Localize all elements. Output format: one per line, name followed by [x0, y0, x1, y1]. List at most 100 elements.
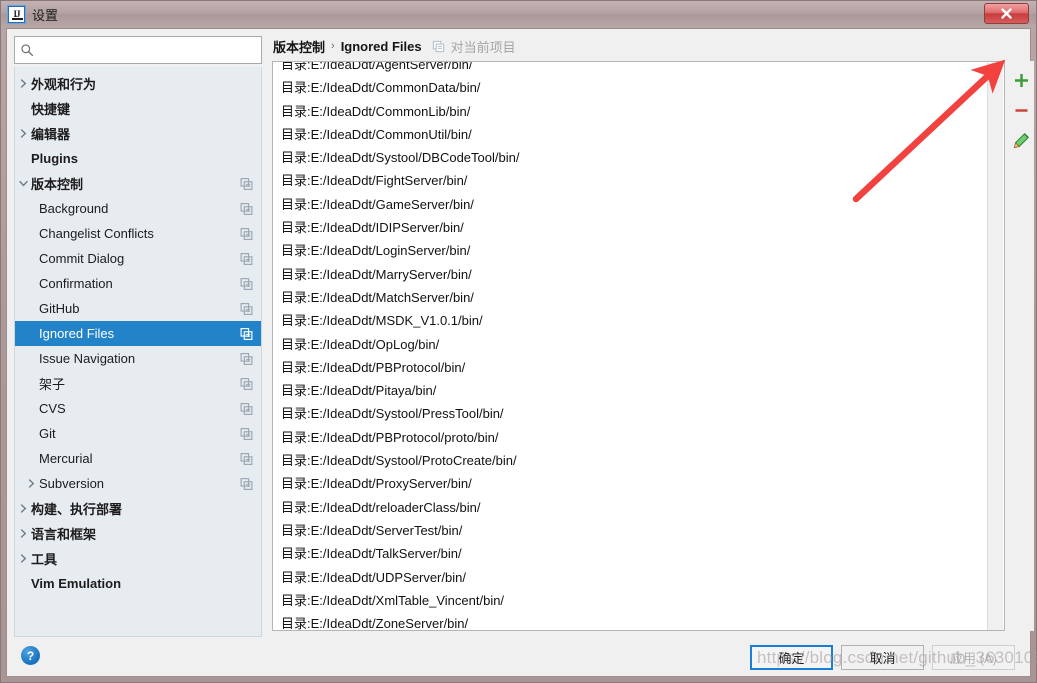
- window-title: 设置: [32, 7, 59, 23]
- chevron-right-icon[interactable]: [15, 129, 31, 138]
- list-item[interactable]: 目录:E:/IdeaDdt/Systool/ProtoCreate/bin/: [273, 449, 988, 472]
- sidebar-item-background[interactable]: Background: [15, 196, 261, 221]
- list-item[interactable]: 目录:E:/IdeaDdt/reloaderClass/bin/: [273, 496, 988, 519]
- sidebar-item-label: Plugins: [31, 151, 78, 166]
- ignored-files-list-inner: 目录:E:/IdeaDdt/AgentServer/bin/目录:E:/Idea…: [273, 62, 988, 630]
- help-button[interactable]: ?: [21, 646, 40, 665]
- list-item[interactable]: 目录:E:/IdeaDdt/ProxyServer/bin/: [273, 472, 988, 495]
- list-scrollbar[interactable]: [987, 63, 1003, 630]
- breadcrumb-leaf: Ignored Files: [340, 38, 422, 54]
- copy-icon: [240, 302, 253, 315]
- list-item[interactable]: 目录:E:/IdeaDdt/Systool/PressTool/bin/: [273, 402, 988, 425]
- sidebar-item-git[interactable]: Git: [15, 421, 261, 446]
- settings-nav-panel: 外观和行为快捷键编辑器 Plugins 版本控制 Background Changeli…: [10, 32, 265, 637]
- sidebar-item-[interactable]: 版本控制: [15, 171, 261, 196]
- breadcrumb-separator: ›: [331, 40, 335, 52]
- list-item[interactable]: 目录:E:/IdeaDdt/CommonUtil/bin/: [273, 123, 988, 146]
- copy-icon: [240, 327, 253, 340]
- list-item[interactable]: 目录:E:/IdeaDdt/XmlTable_Vincent/bin/: [273, 589, 988, 612]
- sidebar-item-label: Background: [39, 201, 109, 216]
- cancel-button[interactable]: 取消: [841, 645, 924, 670]
- copy-icon: [240, 352, 253, 365]
- sidebar-item-[interactable]: 构建、执行部署: [15, 496, 261, 521]
- sidebar-item-label: 架子: [39, 377, 66, 392]
- sidebar-item-label: 工具: [31, 552, 58, 567]
- sidebar-item-ignored-files[interactable]: Ignored Files: [15, 321, 261, 346]
- sidebar-item-plugins[interactable]: Plugins: [15, 146, 261, 171]
- sidebar-item-changelist-conflicts[interactable]: Changelist Conflicts: [15, 221, 261, 246]
- sidebar-item-confirmation[interactable]: Confirmation: [15, 271, 261, 296]
- breadcrumb-project-scope: 对当前项目: [450, 39, 516, 55]
- sidebar-item-label: CVS: [39, 401, 66, 416]
- list-item[interactable]: 目录:E:/IdeaDdt/AgentServer/bin/: [273, 62, 988, 76]
- copy-icon: [240, 227, 253, 240]
- sidebar-item-cvs[interactable]: CVS: [15, 396, 261, 421]
- copy-icon: [240, 477, 253, 490]
- list-item[interactable]: 目录:E:/IdeaDdt/Systool/DBCodeTool/bin/: [273, 146, 988, 169]
- sidebar-item-label: Ignored Files: [39, 326, 115, 341]
- dialog-button-row: 确定 取消 应用 (A): [750, 645, 1015, 670]
- copy-icon: [240, 427, 253, 440]
- sidebar-item-label: 语言和框架: [31, 527, 97, 542]
- sidebar-item-label: Mercurial: [39, 451, 93, 466]
- ok-button[interactable]: 确定: [750, 645, 833, 670]
- sidebar-item-[interactable]: 工具: [15, 546, 261, 571]
- add-button[interactable]: [1011, 69, 1033, 91]
- sidebar-item-[interactable]: 编辑器: [15, 121, 261, 146]
- list-item[interactable]: 目录:E:/IdeaDdt/GameServer/bin/: [273, 193, 988, 216]
- list-item[interactable]: 目录:E:/IdeaDdt/CommonLib/bin/: [273, 100, 988, 123]
- list-item[interactable]: 目录:E:/IdeaDdt/LoginServer/bin/: [273, 239, 988, 262]
- settings-tree[interactable]: 外观和行为快捷键编辑器 Plugins 版本控制 Background Changeli…: [14, 67, 262, 637]
- copy-icon: [240, 277, 253, 290]
- sidebar-item-[interactable]: 语言和框架: [15, 521, 261, 546]
- pencil-icon: [1013, 132, 1029, 148]
- chevron-right-icon[interactable]: [15, 79, 31, 88]
- list-item[interactable]: 目录:E:/IdeaDdt/ZoneServer/bin/: [273, 612, 988, 630]
- list-item[interactable]: 目录:E:/IdeaDdt/PBProtocol/bin/: [273, 356, 988, 379]
- chevron-down-icon[interactable]: [15, 179, 31, 188]
- sidebar-item-[interactable]: 外观和行为: [15, 71, 261, 96]
- sidebar-item-commit-dialog[interactable]: Commit Dialog: [15, 246, 261, 271]
- list-item[interactable]: 目录:E:/IdeaDdt/MSDK_V1.0.1/bin/: [273, 309, 988, 332]
- chevron-right-icon[interactable]: [15, 504, 31, 513]
- sidebar-item-github[interactable]: GitHub: [15, 296, 261, 321]
- list-item[interactable]: 目录:E:/IdeaDdt/IDIPServer/bin/: [273, 216, 988, 239]
- sidebar-item-mercurial[interactable]: Mercurial: [15, 446, 261, 471]
- apply-button: 应用 (A): [932, 645, 1015, 670]
- list-item[interactable]: 目录:E:/IdeaDdt/PBProtocol/proto/bin/: [273, 426, 988, 449]
- search-box[interactable]: [14, 36, 262, 64]
- edit-button[interactable]: [1011, 129, 1033, 151]
- list-item[interactable]: 目录:E:/IdeaDdt/MatchServer/bin/: [273, 286, 988, 309]
- ignored-files-list[interactable]: 目录:E:/IdeaDdt/AgentServer/bin/目录:E:/Idea…: [272, 61, 1005, 631]
- list-item[interactable]: 目录:E:/IdeaDdt/MarryServer/bin/: [273, 263, 988, 286]
- search-input[interactable]: [38, 40, 256, 60]
- list-item[interactable]: 目录:E:/IdeaDdt/TalkServer/bin/: [273, 542, 988, 565]
- sidebar-item-label: 快捷键: [31, 102, 71, 117]
- list-item[interactable]: 目录:E:/IdeaDdt/ServerTest/bin/: [273, 519, 988, 542]
- sidebar-item-[interactable]: 架子: [15, 371, 261, 396]
- list-item[interactable]: 目录:E:/IdeaDdt/FightServer/bin/: [273, 169, 988, 192]
- sidebar-item-issue-navigation[interactable]: Issue Navigation: [15, 346, 261, 371]
- sidebar-item-subversion[interactable]: Subversion: [15, 471, 261, 496]
- sidebar-item-[interactable]: 快捷键: [15, 96, 261, 121]
- chevron-right-icon[interactable]: [15, 529, 31, 538]
- copy-icon: [240, 377, 253, 390]
- chevron-right-icon[interactable]: [23, 479, 39, 488]
- chevron-right-icon[interactable]: [15, 554, 31, 563]
- title-bar: IJ 设置: [1, 1, 1036, 27]
- list-item[interactable]: 目录:E:/IdeaDdt/Pitaya/bin/: [273, 379, 988, 402]
- sidebar-item-label: Git: [39, 426, 56, 441]
- remove-button[interactable]: [1011, 99, 1033, 121]
- sidebar-item-label: Changelist Conflicts: [39, 226, 154, 241]
- list-item[interactable]: 目录:E:/IdeaDdt/UDPServer/bin/: [273, 566, 988, 589]
- breadcrumb-root[interactable]: 版本控制: [273, 37, 325, 56]
- dialog-footer: ? 确定 取消 应用 (A): [7, 637, 1030, 676]
- dialog-body: 外观和行为快捷键编辑器 Plugins 版本控制 Background Changeli…: [6, 28, 1034, 677]
- sidebar-item-vim-emulation[interactable]: Vim Emulation: [15, 571, 261, 596]
- list-item[interactable]: 目录:E:/IdeaDdt/OpLog/bin/: [273, 333, 988, 356]
- close-button[interactable]: [984, 3, 1029, 24]
- copy-icon: [432, 40, 444, 52]
- list-item[interactable]: 目录:E:/IdeaDdt/CommonData/bin/: [273, 76, 988, 99]
- sidebar-item-label: 编辑器: [31, 127, 71, 142]
- settings-window: IJ 设置 外观和行为快捷键编辑器 Plugins 版本控制 Background Ch…: [0, 0, 1037, 683]
